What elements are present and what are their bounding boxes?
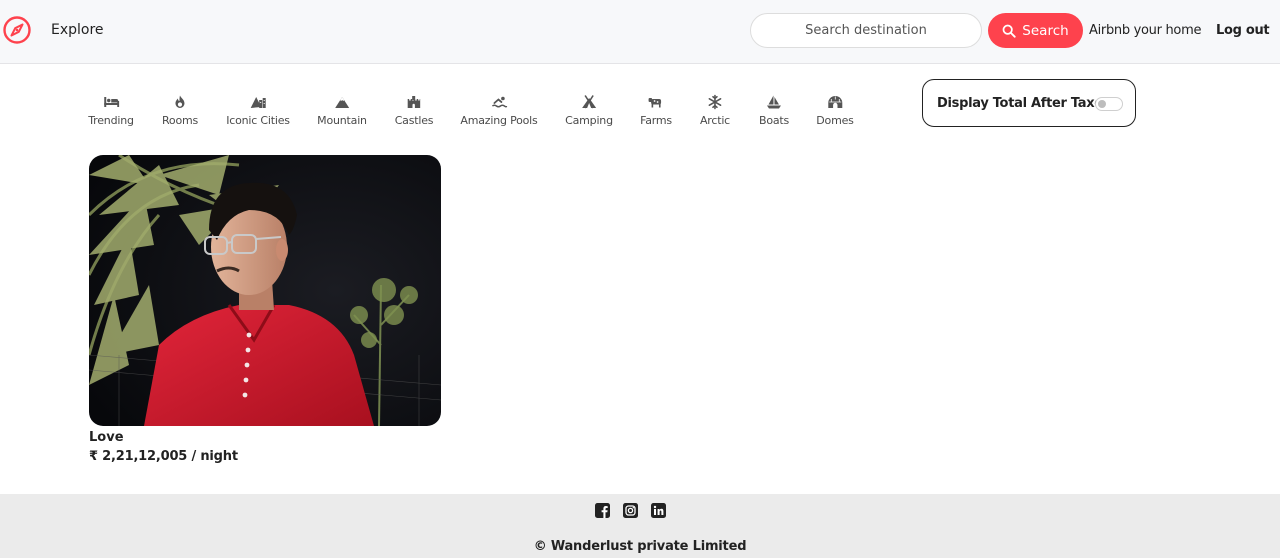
- logout-link[interactable]: Log out: [1216, 23, 1270, 38]
- filter-bar: Trending Rooms Iconic Cities Mountain Ca…: [0, 86, 900, 136]
- filter-boats[interactable]: Boats: [759, 86, 789, 127]
- search-button-label: Search: [1022, 22, 1069, 39]
- search-button[interactable]: Search: [988, 13, 1083, 48]
- filter-label: Farms: [640, 114, 672, 127]
- listing-photo[interactable]: [89, 155, 441, 426]
- filter-castles[interactable]: Castles: [395, 86, 434, 127]
- footer: © Wanderlust private Limited: [0, 494, 1280, 558]
- filter-farms[interactable]: Farms: [640, 86, 672, 127]
- navbar: Explore Search Airbnb your home Log out: [0, 0, 1280, 64]
- filter-iconic-cities[interactable]: Iconic Cities: [226, 86, 290, 127]
- airbnb-your-home-link[interactable]: Airbnb your home: [1089, 23, 1201, 38]
- copyright-text: © Wanderlust private Limited: [533, 539, 747, 554]
- tax-toggle[interactable]: Display Total After Taxes: [922, 79, 1136, 127]
- listing-title: Love: [89, 430, 124, 445]
- facebook-icon[interactable]: [595, 503, 610, 518]
- filter-label: Boats: [758, 114, 790, 127]
- snowflake-icon: [707, 94, 723, 110]
- filter-label: Iconic Cities: [226, 114, 290, 127]
- filter-label: Domes: [816, 114, 854, 127]
- swimmer-icon: [491, 94, 507, 110]
- filter-rooms[interactable]: Rooms: [162, 86, 198, 127]
- filter-domes[interactable]: Domes: [816, 86, 854, 127]
- linkedin-icon[interactable]: [651, 503, 666, 518]
- compass-icon[interactable]: [2, 15, 32, 45]
- filter-mountain[interactable]: Mountain: [317, 86, 367, 127]
- explore-link[interactable]: Explore: [51, 22, 104, 38]
- filter-label: Castles: [394, 114, 434, 127]
- listing-card[interactable]: Love ₹ 2,21,12,005 / night: [89, 155, 441, 464]
- social-links: [595, 503, 666, 518]
- mountain-icon: [334, 94, 350, 110]
- filter-arctic[interactable]: Arctic: [700, 86, 730, 127]
- castle-icon: [406, 94, 422, 110]
- filter-label: Camping: [565, 114, 613, 127]
- igloo-icon: [827, 94, 843, 110]
- search-input[interactable]: [750, 13, 982, 48]
- tax-toggle-label: Display Total After Taxes: [937, 96, 1111, 111]
- search-icon: [1002, 24, 1016, 38]
- filter-camping[interactable]: Camping: [565, 86, 613, 127]
- tax-switch[interactable]: [1095, 97, 1123, 111]
- filter-amazing-pools[interactable]: Amazing Pools: [460, 86, 538, 127]
- filter-label: Amazing Pools: [460, 114, 538, 127]
- switch-knob: [1098, 100, 1106, 108]
- filter-trending[interactable]: Trending: [88, 86, 134, 127]
- sailboat-icon: [766, 94, 782, 110]
- filter-label: Trending: [88, 114, 134, 127]
- filter-label: Mountain: [317, 114, 367, 127]
- instagram-icon[interactable]: [623, 503, 638, 518]
- filter-label: Arctic: [699, 114, 731, 127]
- listing-price: ₹ 2,21,12,005 / night: [89, 449, 238, 464]
- bed-icon: [103, 94, 119, 110]
- campground-icon: [581, 94, 597, 110]
- filter-label: Rooms: [161, 114, 199, 127]
- cow-icon: [648, 94, 664, 110]
- fire-icon: [172, 94, 188, 110]
- mountain-city-icon: [250, 94, 266, 110]
